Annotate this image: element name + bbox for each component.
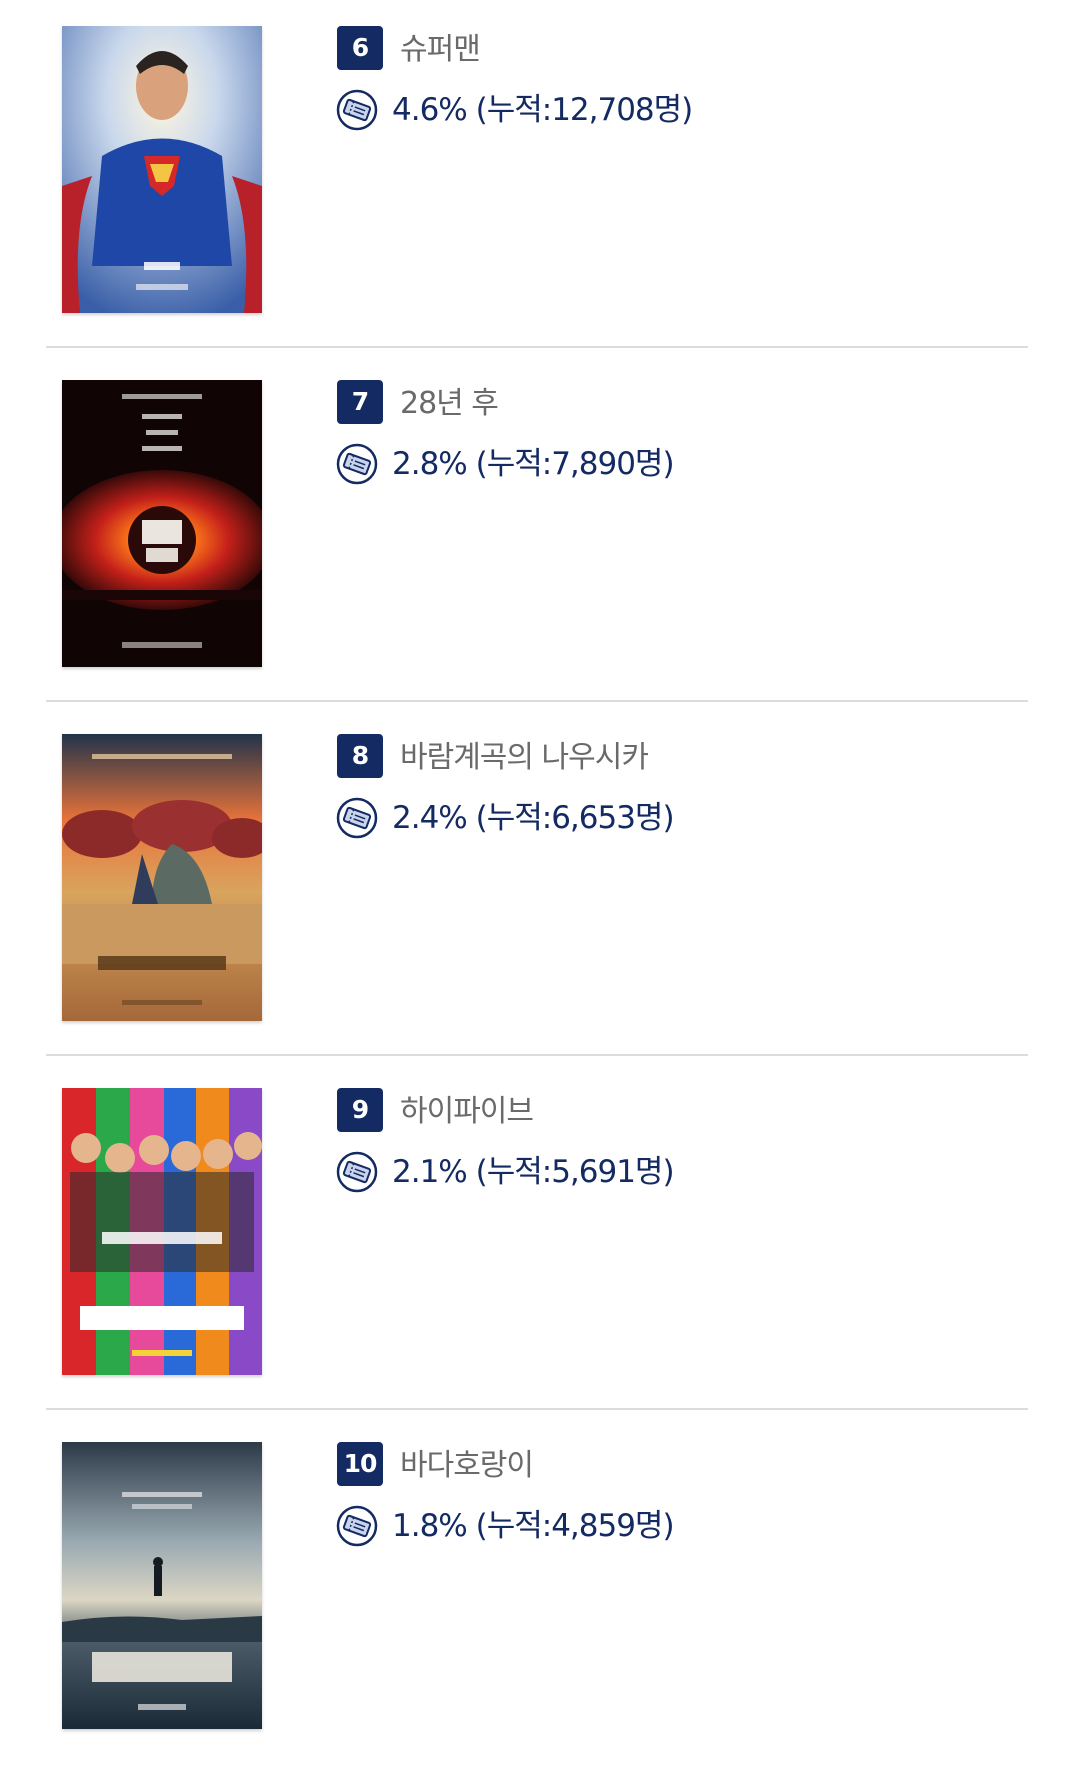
rank-badge: 10	[337, 1442, 383, 1486]
sea-tiger-poster-image	[62, 1442, 262, 1729]
audience-share-stat: 4.6% (누적:12,708명)	[392, 92, 693, 128]
divider	[46, 346, 1028, 348]
ticket-icon	[336, 89, 378, 131]
movie-title[interactable]: 하이파이브	[400, 1090, 534, 1134]
divider	[46, 1408, 1028, 1410]
divider	[46, 1054, 1028, 1056]
movie-title[interactable]: 바다호랑이	[400, 1444, 534, 1488]
movie-poster[interactable]	[62, 26, 262, 313]
ticket-icon	[336, 1151, 378, 1193]
movie-title[interactable]: 28년 후	[400, 382, 499, 426]
rank-badge: 7	[337, 380, 383, 424]
list-item[interactable]: 6 슈퍼맨 4.6% (누적:12,708명)	[0, 0, 1075, 354]
rank-badge: 6	[337, 26, 383, 70]
ticket-icon	[336, 443, 378, 485]
list-item[interactable]: 7 28년 후 2.8% (누적:7,890명)	[0, 354, 1075, 708]
movie-poster[interactable]	[62, 734, 262, 1021]
audience-share-stat: 2.1% (누적:5,691명)	[392, 1154, 675, 1190]
movie-title[interactable]: 바람계곡의 나우시카	[400, 736, 649, 780]
audience-share-stat: 1.8% (누적:4,859명)	[392, 1508, 675, 1544]
nausicaa-poster-image	[62, 734, 262, 1021]
movie-poster[interactable]	[62, 1088, 262, 1375]
divider	[46, 700, 1028, 702]
list-item[interactable]: 9 하이파이브 2.1% (누적:5,691명)	[0, 1062, 1075, 1416]
audience-share-stat: 2.8% (누적:7,890명)	[392, 446, 675, 482]
ticket-icon	[336, 1505, 378, 1547]
movie-poster[interactable]	[62, 380, 262, 667]
list-item[interactable]: 10 바다호랑이 1.8% (누적:4,859명)	[0, 1416, 1075, 1770]
rank-badge: 9	[337, 1088, 383, 1132]
rank-badge: 8	[337, 734, 383, 778]
28-years-later-poster-image	[62, 380, 262, 667]
audience-share-stat: 2.4% (누적:6,653명)	[392, 800, 675, 836]
superman-poster-image	[62, 26, 262, 313]
ticket-icon	[336, 797, 378, 839]
hi-five-poster-image	[62, 1088, 262, 1375]
list-item[interactable]: 8 바람계곡의 나우시카 2.4% (누적:6,653명)	[0, 708, 1075, 1062]
movie-title[interactable]: 슈퍼맨	[400, 28, 481, 72]
movie-poster[interactable]	[62, 1442, 262, 1729]
